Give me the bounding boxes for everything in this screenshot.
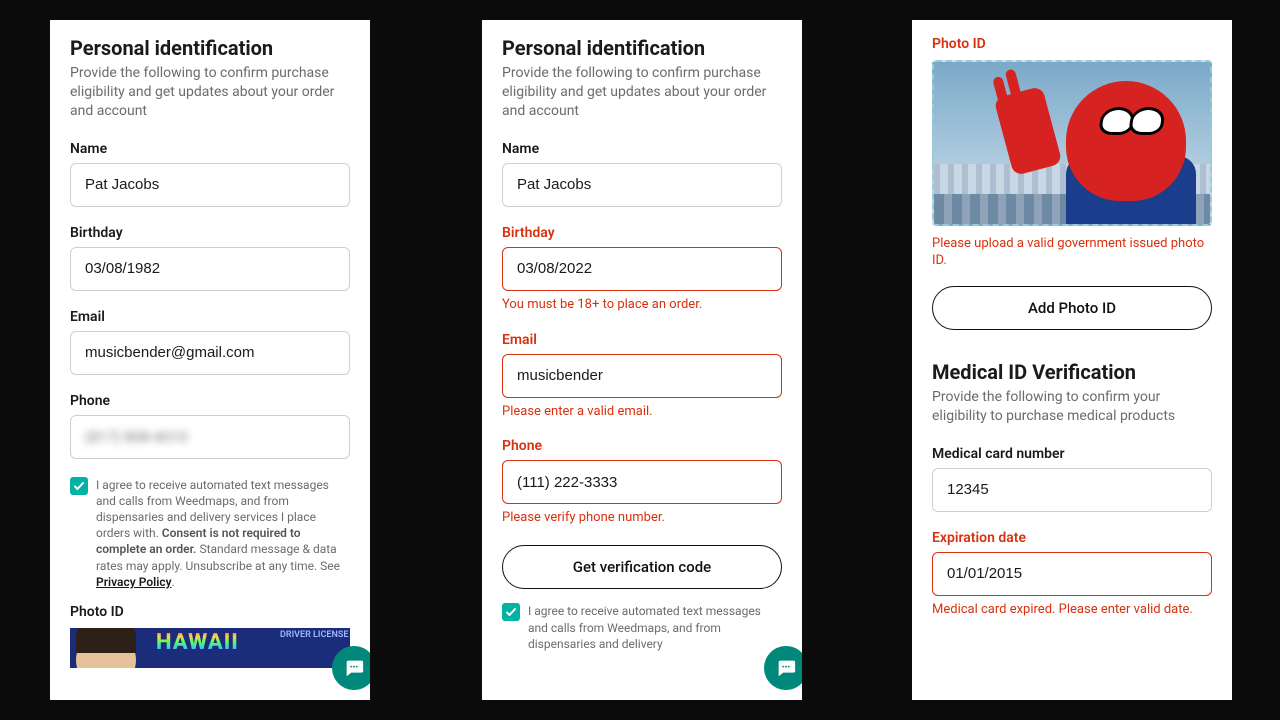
birthday-field: Birthday You must be 18+ to place an ord… [502,225,782,314]
expiration-label: Expiration date [932,530,1212,546]
name-field: Name [502,141,782,207]
get-verification-code-button[interactable]: Get verification code [502,545,782,589]
birthday-field: Birthday [70,225,350,291]
chat-icon [343,657,365,679]
phone-label: Phone [70,393,350,409]
consent-checkbox[interactable] [502,603,520,621]
add-photo-id-button[interactable]: Add Photo ID [932,286,1212,330]
check-icon [73,480,85,492]
medical-card-input[interactable] [932,468,1212,512]
consent-text: I agree to receive automated text messag… [528,603,782,652]
check-icon [505,606,517,618]
expiration-field: Expiration date Medical card expired. Pl… [932,530,1212,619]
phone-error: Please verify phone number. [502,510,782,527]
birthday-label: Birthday [70,225,350,241]
privacy-policy-link[interactable]: Privacy Policy [96,575,172,589]
email-label: Email [70,309,350,325]
name-field: Name [70,141,350,207]
consent-row: I agree to receive automated text messag… [70,477,350,590]
phone-label: Phone [502,438,782,454]
section-title: Personal identification [502,36,782,60]
birthday-label: Birthday [502,225,782,241]
consent-row: I agree to receive automated text messag… [502,603,782,652]
license-state-text: HAWAII [156,630,239,655]
consent-text: I agree to receive automated text messag… [96,477,350,590]
phone-input[interactable] [502,460,782,504]
medical-card-field: Medical card number [932,446,1212,512]
section-title: Personal identification [70,36,350,60]
name-input[interactable] [502,163,782,207]
birthday-error: You must be 18+ to place an order. [502,297,782,314]
medical-desc: Provide the following to confirm your el… [932,388,1212,426]
license-type-text: DRIVER LICENSE [280,631,348,641]
medical-card-label: Medical card number [932,446,1212,462]
expiration-input[interactable] [932,552,1212,596]
chat-fab[interactable] [332,646,370,690]
chat-fab[interactable] [764,646,802,690]
phone-blurred-value: (817) 808-4010 [85,428,188,446]
photo-id-image[interactable] [932,60,1212,226]
expiration-error: Medical card expired. Please enter valid… [932,602,1212,619]
chat-icon [775,657,797,679]
email-input[interactable] [70,331,350,375]
photo-id-preview[interactable]: HAWAII DRIVER LICENSE [70,628,350,668]
consent-checkbox[interactable] [70,477,88,495]
email-field: Email [70,309,350,375]
email-field: Email Please enter a valid email. [502,332,782,421]
phone-field: Phone (817) 808-4010 [70,393,350,459]
birthday-input[interactable] [502,247,782,291]
panel-personal-id-errors: Personal identification Provide the foll… [482,20,802,700]
email-error: Please enter a valid email. [502,404,782,421]
phone-field: Phone Please verify phone number. [502,438,782,527]
email-input[interactable] [502,354,782,398]
phone-input[interactable]: (817) 808-4010 [70,415,350,459]
name-label: Name [502,141,782,157]
section-desc: Provide the following to confirm purchas… [70,64,350,121]
medical-title: Medical ID Verification [932,360,1212,384]
email-label: Email [502,332,782,348]
photoid-error: Please upload a valid government issued … [932,236,1212,270]
photoid-label: Photo ID [70,604,350,620]
name-label: Name [70,141,350,157]
name-input[interactable] [70,163,350,207]
panel-personal-id-valid: Personal identification Provide the foll… [50,20,370,700]
birthday-input[interactable] [70,247,350,291]
panel-photo-medical: Photo ID Please upload a valid governmen… [912,20,1232,700]
section-desc: Provide the following to confirm purchas… [502,64,782,121]
photoid-label: Photo ID [932,36,1212,52]
